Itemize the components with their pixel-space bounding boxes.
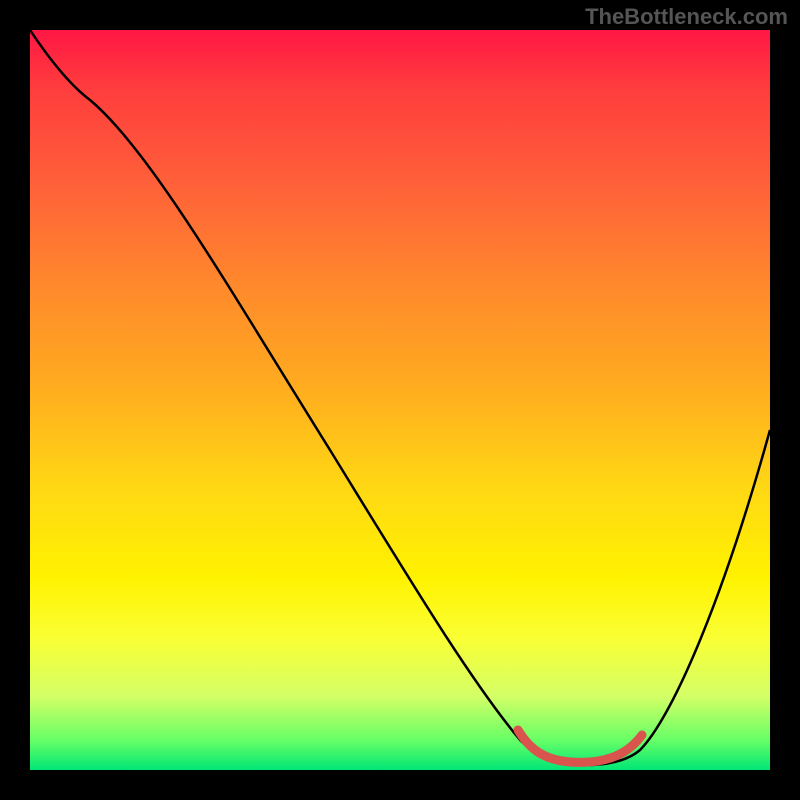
optimal-range-marker [518, 730, 642, 762]
chart-svg [30, 30, 770, 770]
chart-plot-area [30, 30, 770, 770]
bottleneck-curve [30, 30, 770, 765]
watermark-text: TheBottleneck.com [585, 4, 788, 30]
